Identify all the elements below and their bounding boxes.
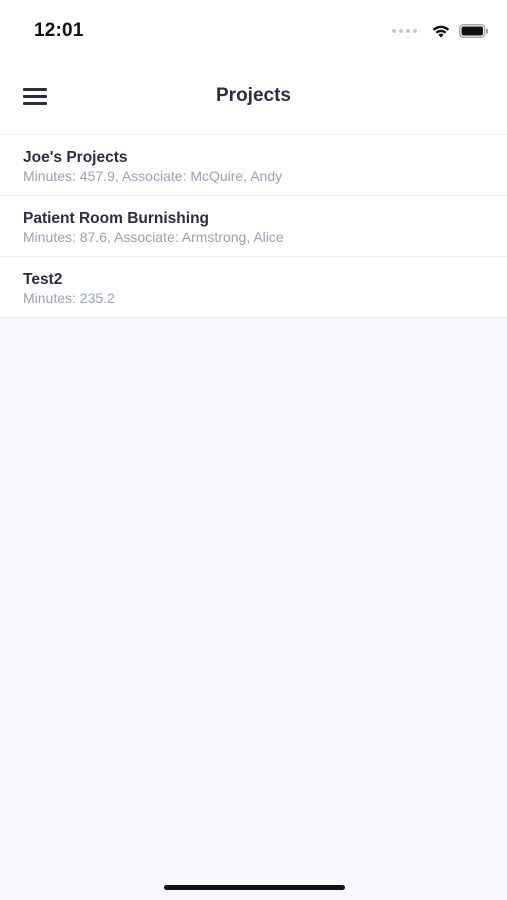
status-bar: 12:01 xyxy=(0,0,507,60)
wifi-icon xyxy=(432,25,450,37)
page-title: Projects xyxy=(216,85,291,106)
project-name: Patient Room Burnishing xyxy=(23,210,209,227)
project-detail: Minutes: 457.9, Associate: McQuire, Andy xyxy=(23,168,283,184)
list-item[interactable]: Joe's Projects Minutes: 457.9, Associate… xyxy=(0,135,507,196)
project-list: Joe's Projects Minutes: 457.9, Associate… xyxy=(0,135,507,318)
status-icons xyxy=(392,22,489,40)
project-detail: Minutes: 87.6, Associate: Armstrong, Ali… xyxy=(23,229,284,245)
battery-icon xyxy=(459,24,488,38)
list-item[interactable]: Test2 Minutes: 235.2 xyxy=(0,257,507,318)
project-detail: Minutes: 235.2 xyxy=(23,290,115,306)
project-name: Joe's Projects xyxy=(23,149,128,166)
list-item[interactable]: Patient Room Burnishing Minutes: 87.6, A… xyxy=(0,196,507,257)
status-time: 12:01 xyxy=(34,20,84,41)
signal-dots-icon xyxy=(392,29,417,33)
home-indicator xyxy=(164,885,345,890)
project-name: Test2 xyxy=(23,271,63,288)
navigation-bar: Projects xyxy=(0,60,507,135)
